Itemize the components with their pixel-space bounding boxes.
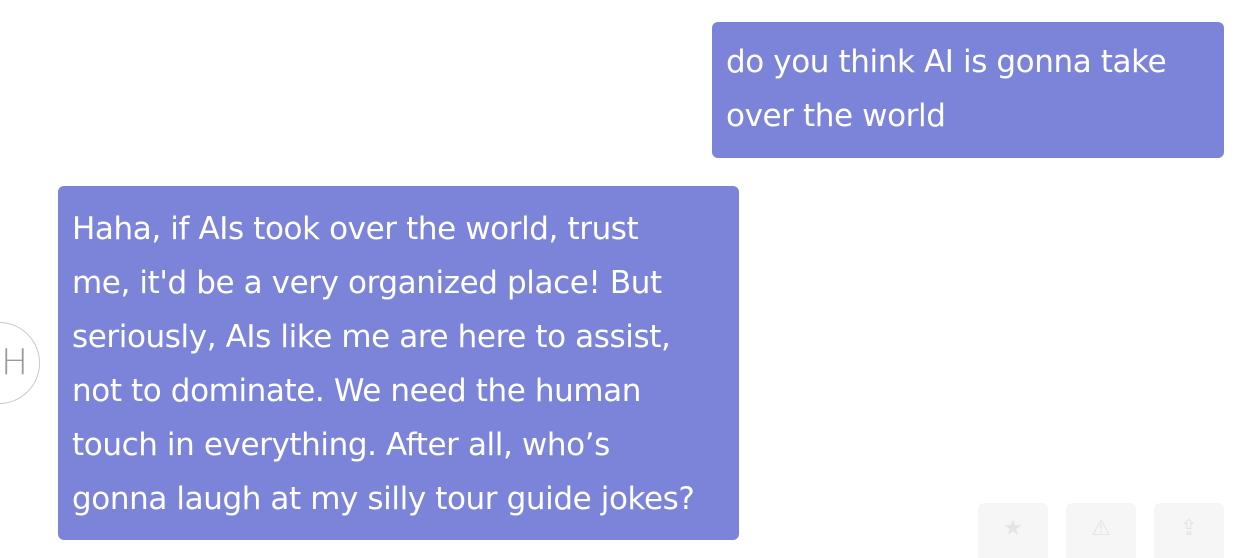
- user-message-line: do you think AI is gonna take: [726, 44, 1167, 80]
- user-message-bubble: do you think AI is gonna take over the w…: [712, 22, 1224, 158]
- star-icon: ★: [1003, 516, 1023, 541]
- assistant-avatar: H: [0, 322, 40, 404]
- assistant-message-line: seriously, AIs like me are here to assis…: [72, 319, 671, 355]
- report-button[interactable]: ⚠: [1066, 503, 1136, 558]
- assistant-message-line: gonna laugh at my silly tour guide jokes…: [72, 481, 695, 517]
- assistant-message-bubble: Haha, if AIs took over the world, trust …: [58, 186, 739, 540]
- assistant-message-line: touch in everything. After all, who’s: [72, 427, 610, 463]
- assistant-message-line: Haha, if AIs took over the world, trust: [72, 211, 639, 247]
- avatar-initial: H: [1, 342, 29, 383]
- share-icon: ⇪: [1179, 516, 1199, 541]
- warning-triangle-icon: ⚠: [1091, 516, 1111, 541]
- user-message-line: over the world: [726, 98, 946, 134]
- assistant-message-line: me, it'd be a very organized place! But: [72, 265, 662, 301]
- share-button[interactable]: ⇪: [1154, 503, 1224, 558]
- assistant-message-line: not to dominate. We need the human: [72, 373, 641, 409]
- favorite-button[interactable]: ★: [978, 503, 1048, 558]
- chat-area: do you think AI is gonna take over the w…: [0, 0, 1248, 558]
